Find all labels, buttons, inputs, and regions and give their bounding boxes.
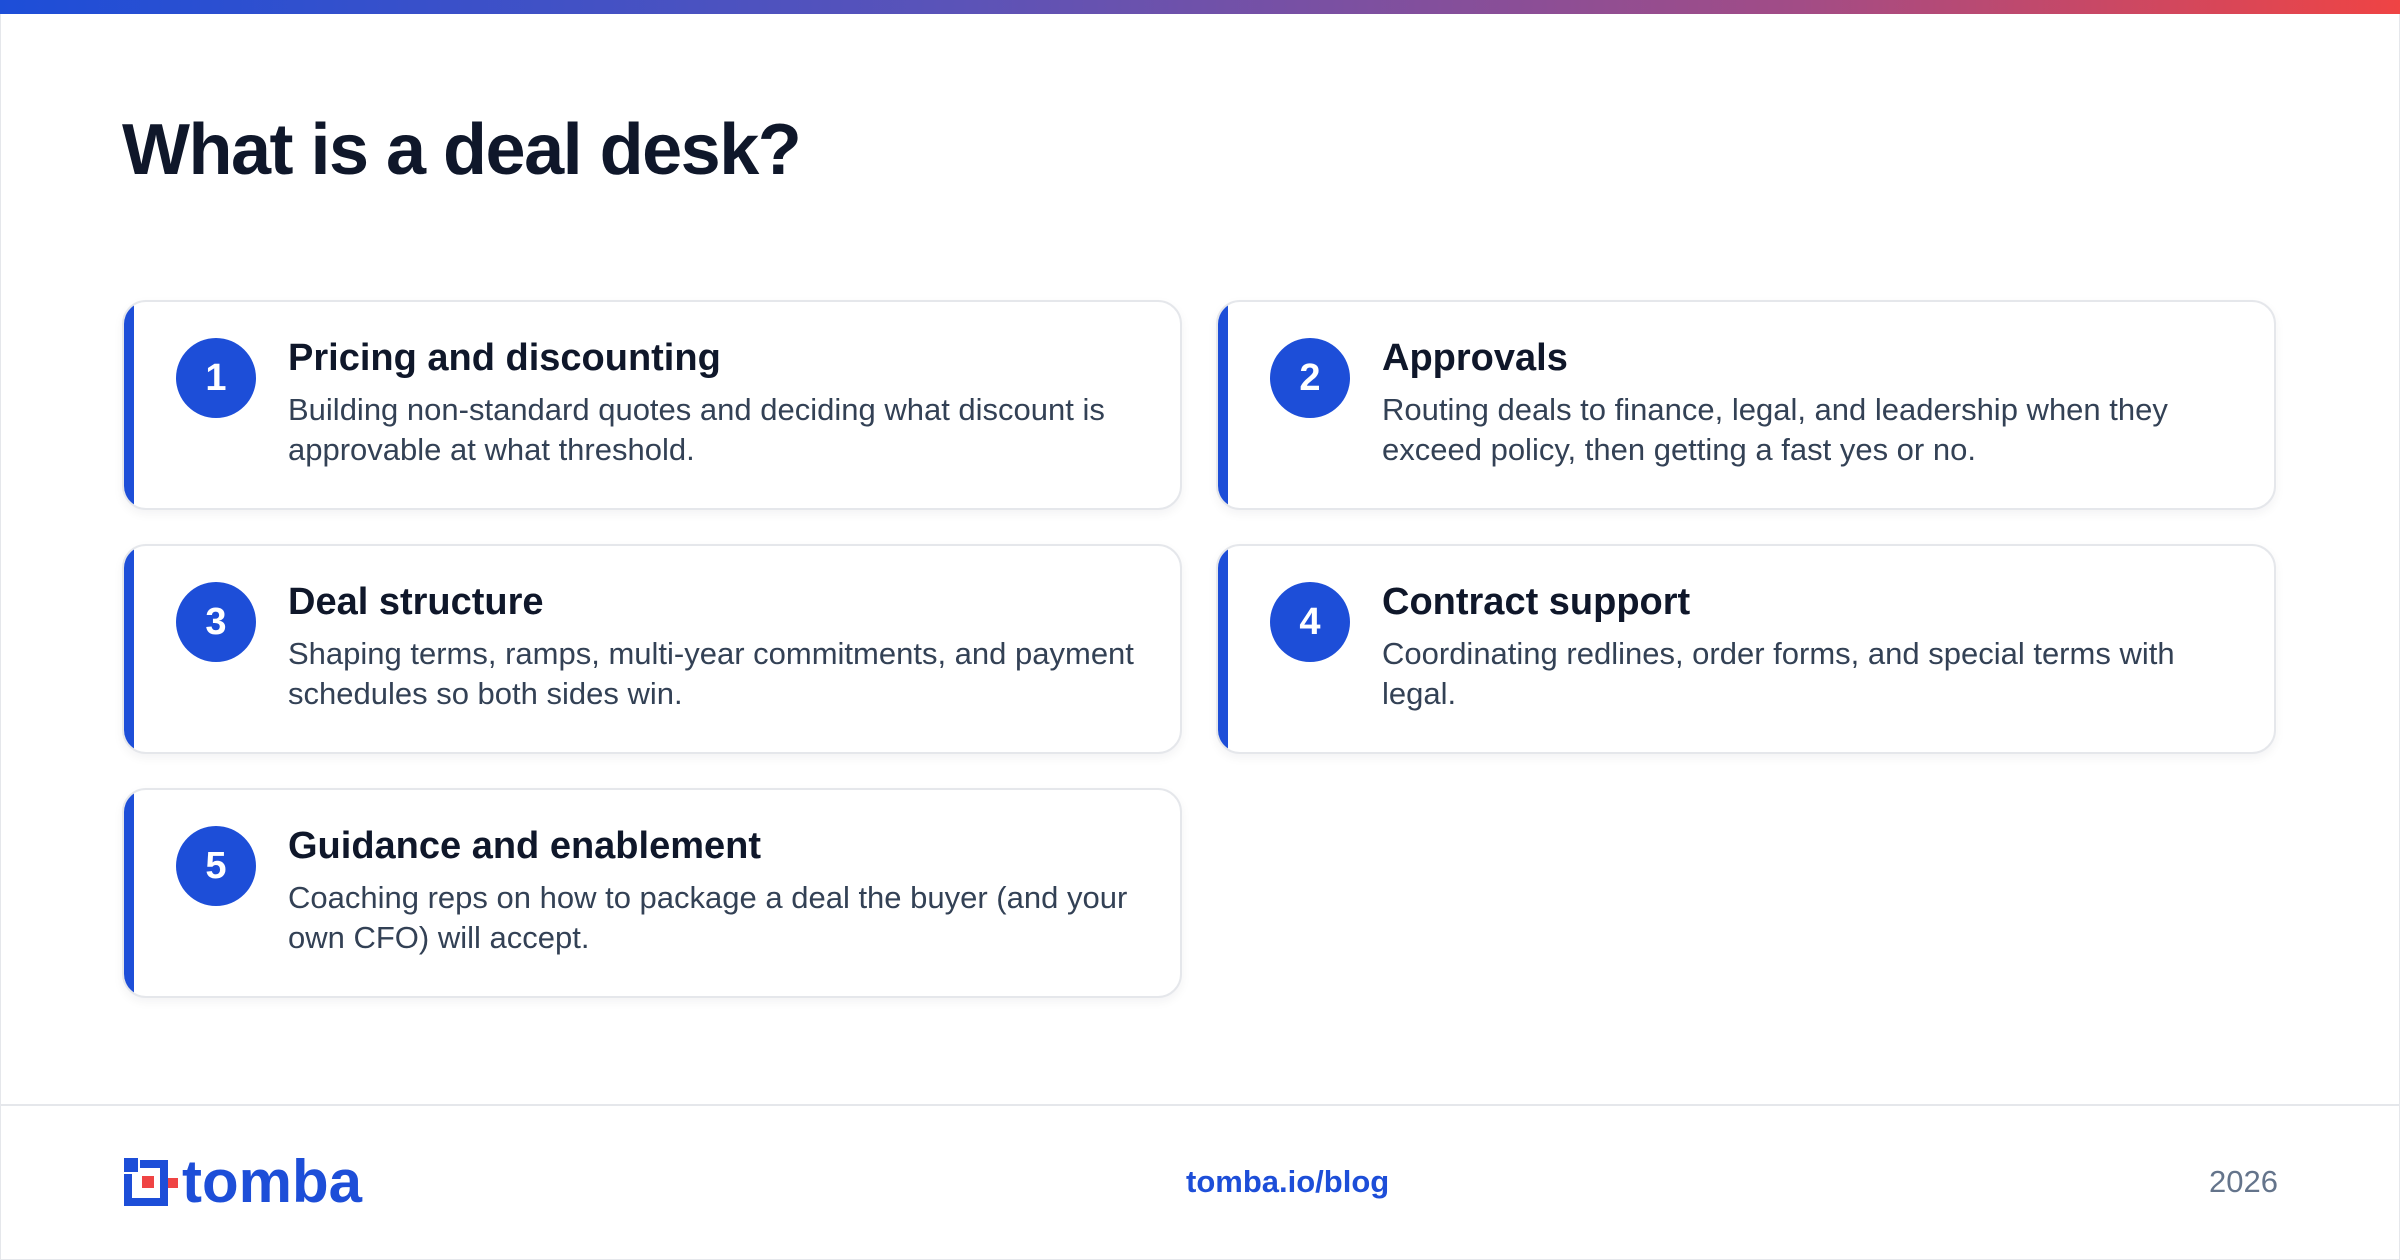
number-badge-4: 4 [1270, 582, 1350, 662]
card-description-5: Coaching reps on how to package a deal t… [288, 880, 1128, 955]
card-title-2: Approvals [1382, 337, 1568, 379]
number-badge-3: 3 [176, 582, 256, 662]
card-title-5: Guidance and enablement [288, 825, 761, 867]
card-title-1: Pricing and discounting [288, 337, 721, 379]
number-badge-5: 5 [176, 826, 256, 906]
card-description-3: Shaping terms, ramps, multi-year commitm… [288, 636, 1134, 711]
number-badge-2: 2 [1270, 338, 1350, 418]
card-1: 1 Pricing and discounting Building non-s… [122, 300, 1182, 510]
footer-divider [0, 1104, 2400, 1106]
card-description-2: Routing deals to finance, legal, and lea… [1382, 392, 2168, 467]
logo-wordmark: tomba [182, 1156, 363, 1210]
top-gradient-bar [0, 0, 2400, 14]
card-description-1: Building non-standard quotes and decidin… [288, 392, 1105, 467]
card-4: 4 Contract support Coordinating redlines… [1216, 544, 2276, 754]
page-title: What is a deal desk? [122, 110, 802, 190]
card-5: 5 Guidance and enablement Coaching reps … [122, 788, 1182, 998]
number-badge-1: 1 [176, 338, 256, 418]
card-2: 2 Approvals Routing deals to finance, le… [1216, 300, 2276, 510]
card-title-3: Deal structure [288, 581, 544, 623]
tomba-logo-mark-icon [122, 1156, 178, 1206]
blog-link[interactable]: tomba.io/blog [1186, 1164, 1389, 1200]
tomba-logo[interactable]: tomba [122, 1156, 380, 1210]
card-description-4: Coordinating redlines, order forms, and … [1382, 636, 2175, 711]
card-title-4: Contract support [1382, 581, 1691, 623]
card-3: 3 Deal structure Shaping terms, ramps, m… [122, 544, 1182, 754]
footer-year: 2026 [2209, 1164, 2278, 1199]
